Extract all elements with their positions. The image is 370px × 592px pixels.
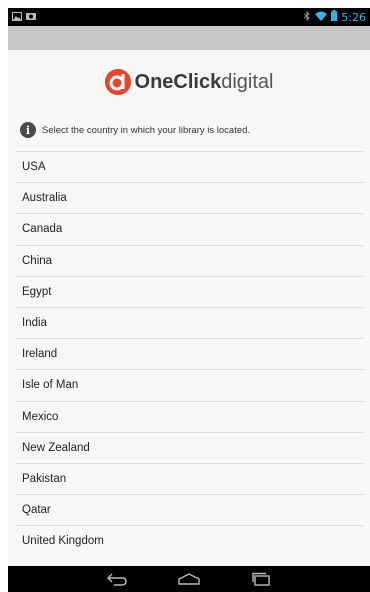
country-item[interactable]: Isle of Man — [16, 369, 364, 400]
oneclickdigital-logo: OneClickdigital — [8, 64, 370, 100]
bluetooth-icon — [303, 10, 311, 24]
logo-wordmark: OneClickdigital — [135, 71, 274, 94]
country-item[interactable]: Qatar — [16, 494, 364, 525]
country-item[interactable]: Mexico — [16, 400, 364, 432]
logo-text-bold: OneClick — [134, 70, 222, 93]
country-item[interactable]: United Kingdom — [16, 525, 364, 556]
logo-mark-icon — [104, 69, 131, 95]
country-item[interactable]: China — [16, 244, 364, 276]
action-bar — [8, 26, 370, 50]
country-item[interactable]: Egypt — [16, 275, 364, 307]
status-time: 5:26 — [341, 10, 366, 24]
instruction-text: Select the country in which your library… — [42, 124, 251, 136]
sync-icon — [26, 8, 36, 26]
navigation-bar — [8, 566, 370, 592]
home-icon[interactable] — [175, 570, 203, 588]
status-right: 5:26 — [303, 10, 366, 24]
recents-icon[interactable] — [247, 570, 275, 588]
instruction-row: i Select the country in which your libra… — [20, 120, 360, 140]
country-item[interactable]: Australia — [16, 182, 364, 213]
country-item[interactable]: USA — [16, 151, 364, 182]
battery-icon — [331, 10, 338, 24]
wifi-icon — [315, 11, 328, 24]
back-icon[interactable] — [103, 570, 131, 588]
country-select-screen: OneClickdigital i Select the country in … — [8, 50, 370, 566]
status-bar: 5:26 — [8, 8, 370, 26]
country-item[interactable]: India — [16, 306, 364, 338]
country-item[interactable]: New Zealand — [16, 431, 364, 463]
country-item[interactable]: Pakistan — [16, 462, 364, 494]
image-icon — [12, 8, 22, 26]
logo-text-light: digital — [221, 70, 274, 93]
country-item[interactable]: Canada — [16, 213, 364, 244]
info-icon: i — [20, 122, 36, 138]
country-item[interactable]: Ireland — [16, 338, 364, 369]
country-list: USA Australia Canada China Egypt India I… — [16, 151, 364, 556]
status-left — [12, 8, 36, 26]
